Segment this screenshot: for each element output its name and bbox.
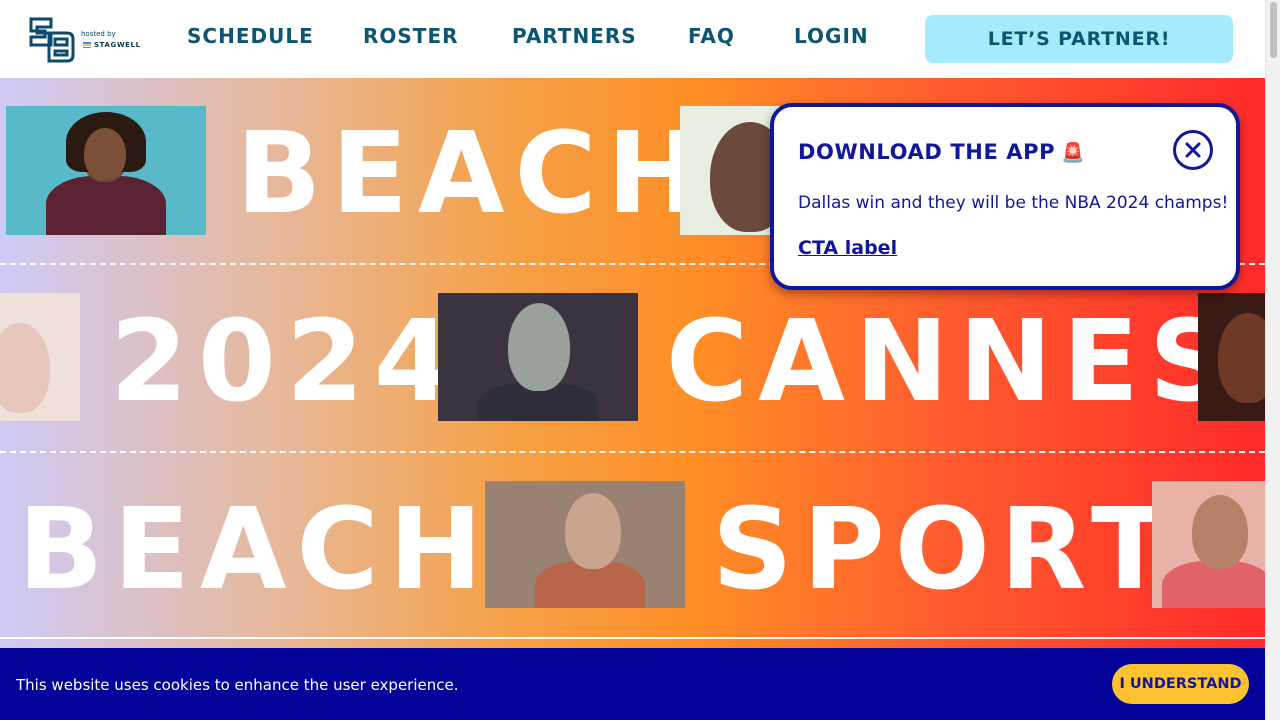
- cookie-banner: This website uses cookies to enhance the…: [0, 648, 1265, 720]
- hero-photo-5: [1198, 293, 1265, 421]
- cookie-message: This website uses cookies to enhance the…: [16, 676, 459, 694]
- hero-word-cannes: CANNES: [666, 297, 1240, 427]
- hero-photo-7: [1152, 481, 1265, 608]
- hero-word-beach-1: BEACH: [236, 109, 711, 239]
- stagwell-icon: [83, 42, 91, 48]
- nav-login[interactable]: LOGIN: [794, 24, 869, 48]
- hero-photo-2: [680, 106, 780, 235]
- nav-schedule[interactable]: SCHEDULE: [187, 24, 314, 48]
- hero-photo-1: [6, 106, 206, 235]
- popup-cta-link[interactable]: CTA label: [798, 237, 897, 259]
- hero-photo-6: [485, 481, 685, 608]
- site-header: hosted by STAGWELL SCHEDULE ROSTER PARTN…: [0, 0, 1265, 78]
- popup-close-button[interactable]: [1173, 130, 1213, 170]
- sb-logo-icon: [29, 17, 75, 63]
- siren-icon: 🚨: [1061, 142, 1086, 164]
- hosted-by-label: hosted by: [81, 30, 116, 38]
- scrollbar-thumb[interactable]: [1270, 2, 1277, 58]
- stagwell-brand: STAGWELL: [83, 41, 141, 49]
- popup-title-text: DOWNLOAD THE APP: [798, 140, 1056, 164]
- popup-message: Dallas win and they will be the NBA 2024…: [798, 193, 1229, 213]
- hero-word-beach-2: BEACH: [18, 485, 493, 615]
- download-app-popup: DOWNLOAD THE APP 🚨 Dallas win and they wi…: [770, 103, 1240, 290]
- sport-beach-logo[interactable]: hosted by STAGWELL: [27, 15, 147, 63]
- stagwell-label: STAGWELL: [94, 41, 141, 49]
- nav-faq[interactable]: FAQ: [688, 24, 735, 48]
- close-icon: [1185, 142, 1201, 158]
- lets-partner-button[interactable]: LET’S PARTNER!: [925, 15, 1233, 63]
- hero-photo-4: [438, 293, 638, 421]
- nav-roster[interactable]: ROSTER: [363, 24, 459, 48]
- cookie-accept-button[interactable]: I UNDERSTAND: [1112, 664, 1249, 704]
- popup-title: DOWNLOAD THE APP 🚨: [798, 140, 1085, 164]
- hero-photo-3: [0, 293, 80, 421]
- hero-word-sport: SPORT: [712, 485, 1178, 615]
- hero-word-2024: 2024: [110, 297, 462, 427]
- page-scrollbar[interactable]: [1265, 0, 1280, 720]
- nav-partners[interactable]: PARTNERS: [512, 24, 637, 48]
